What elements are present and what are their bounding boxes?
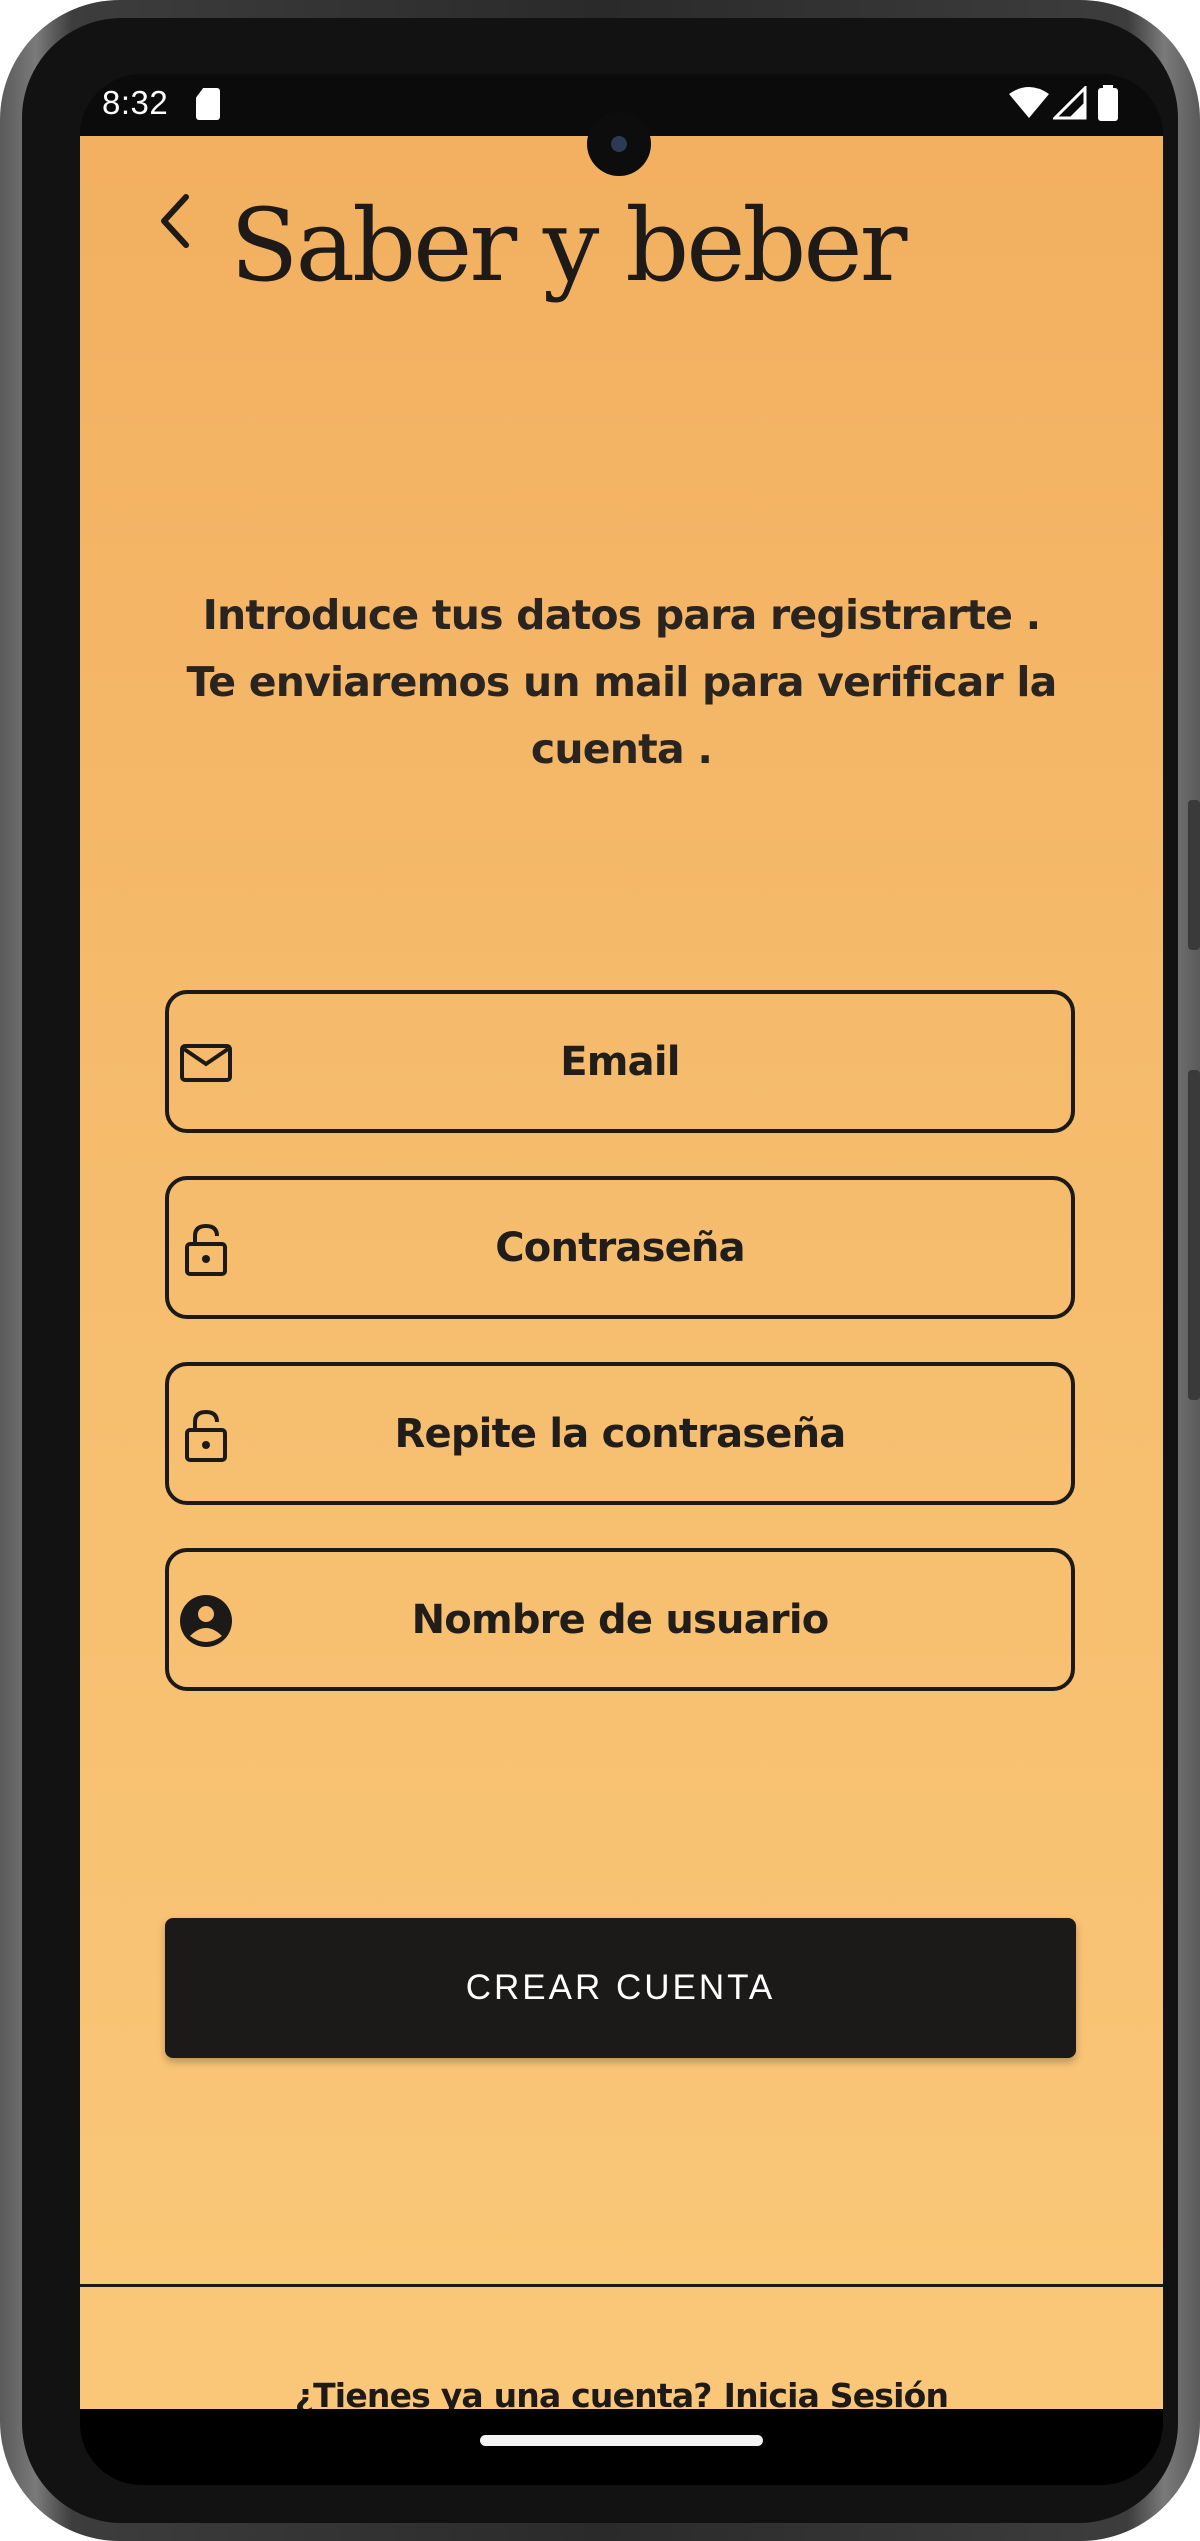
volume-button (1188, 1070, 1200, 1400)
screen: 8:32 Saber y beber Introduce tus datos p… (80, 74, 1163, 2485)
username-field-placeholder: Nombre de usuario (411, 1596, 830, 1643)
lock-icon (185, 1223, 227, 1276)
power-button (1188, 800, 1200, 950)
home-gesture-handle[interactable] (480, 2435, 763, 2446)
intro-line: cuenta . (530, 725, 713, 773)
back-button[interactable] (144, 186, 204, 256)
wifi-icon (1009, 87, 1049, 118)
status-time: 8:32 (102, 84, 169, 121)
app-title: Saber y beber (230, 187, 907, 304)
intro-line: Introduce tus datos para registrarte . (202, 591, 1042, 639)
email-field-placeholder: Email (560, 1038, 680, 1085)
front-camera (587, 112, 651, 176)
intro-text: Introduce tus datos para registrarte . T… (160, 582, 1083, 783)
register-screen: Saber y beber Introduce tus datos para r… (80, 136, 1163, 2415)
account-circle-icon (180, 1595, 232, 1647)
mail-icon (180, 1044, 232, 1082)
lock-icon (185, 1409, 227, 1462)
chevron-left-icon (161, 194, 189, 248)
battery-icon (1098, 85, 1118, 121)
system-icons (1009, 85, 1139, 122)
phone-bezel: 8:32 Saber y beber Introduce tus datos p… (22, 18, 1178, 2523)
create-account-button[interactable]: CREAR CUENTA (165, 1918, 1076, 2058)
username-field[interactable]: Nombre de usuario (165, 1548, 1075, 1691)
password-field-placeholder: Contraseña (495, 1224, 745, 1271)
signal-icon (1053, 86, 1087, 120)
email-field[interactable]: Email (165, 990, 1075, 1133)
repeat-password-field-placeholder: Repite la contraseña (394, 1410, 847, 1457)
intro-line: Te enviaremos un mail para verificar la (186, 658, 1058, 706)
sd-card-icon (196, 88, 220, 120)
footer-divider (80, 2284, 1163, 2287)
repeat-password-field[interactable]: Repite la contraseña (165, 1362, 1075, 1505)
phone-frame: 8:32 Saber y beber Introduce tus datos p… (0, 0, 1200, 2541)
navigation-bar (80, 2409, 1163, 2485)
password-field[interactable]: Contraseña (165, 1176, 1075, 1319)
